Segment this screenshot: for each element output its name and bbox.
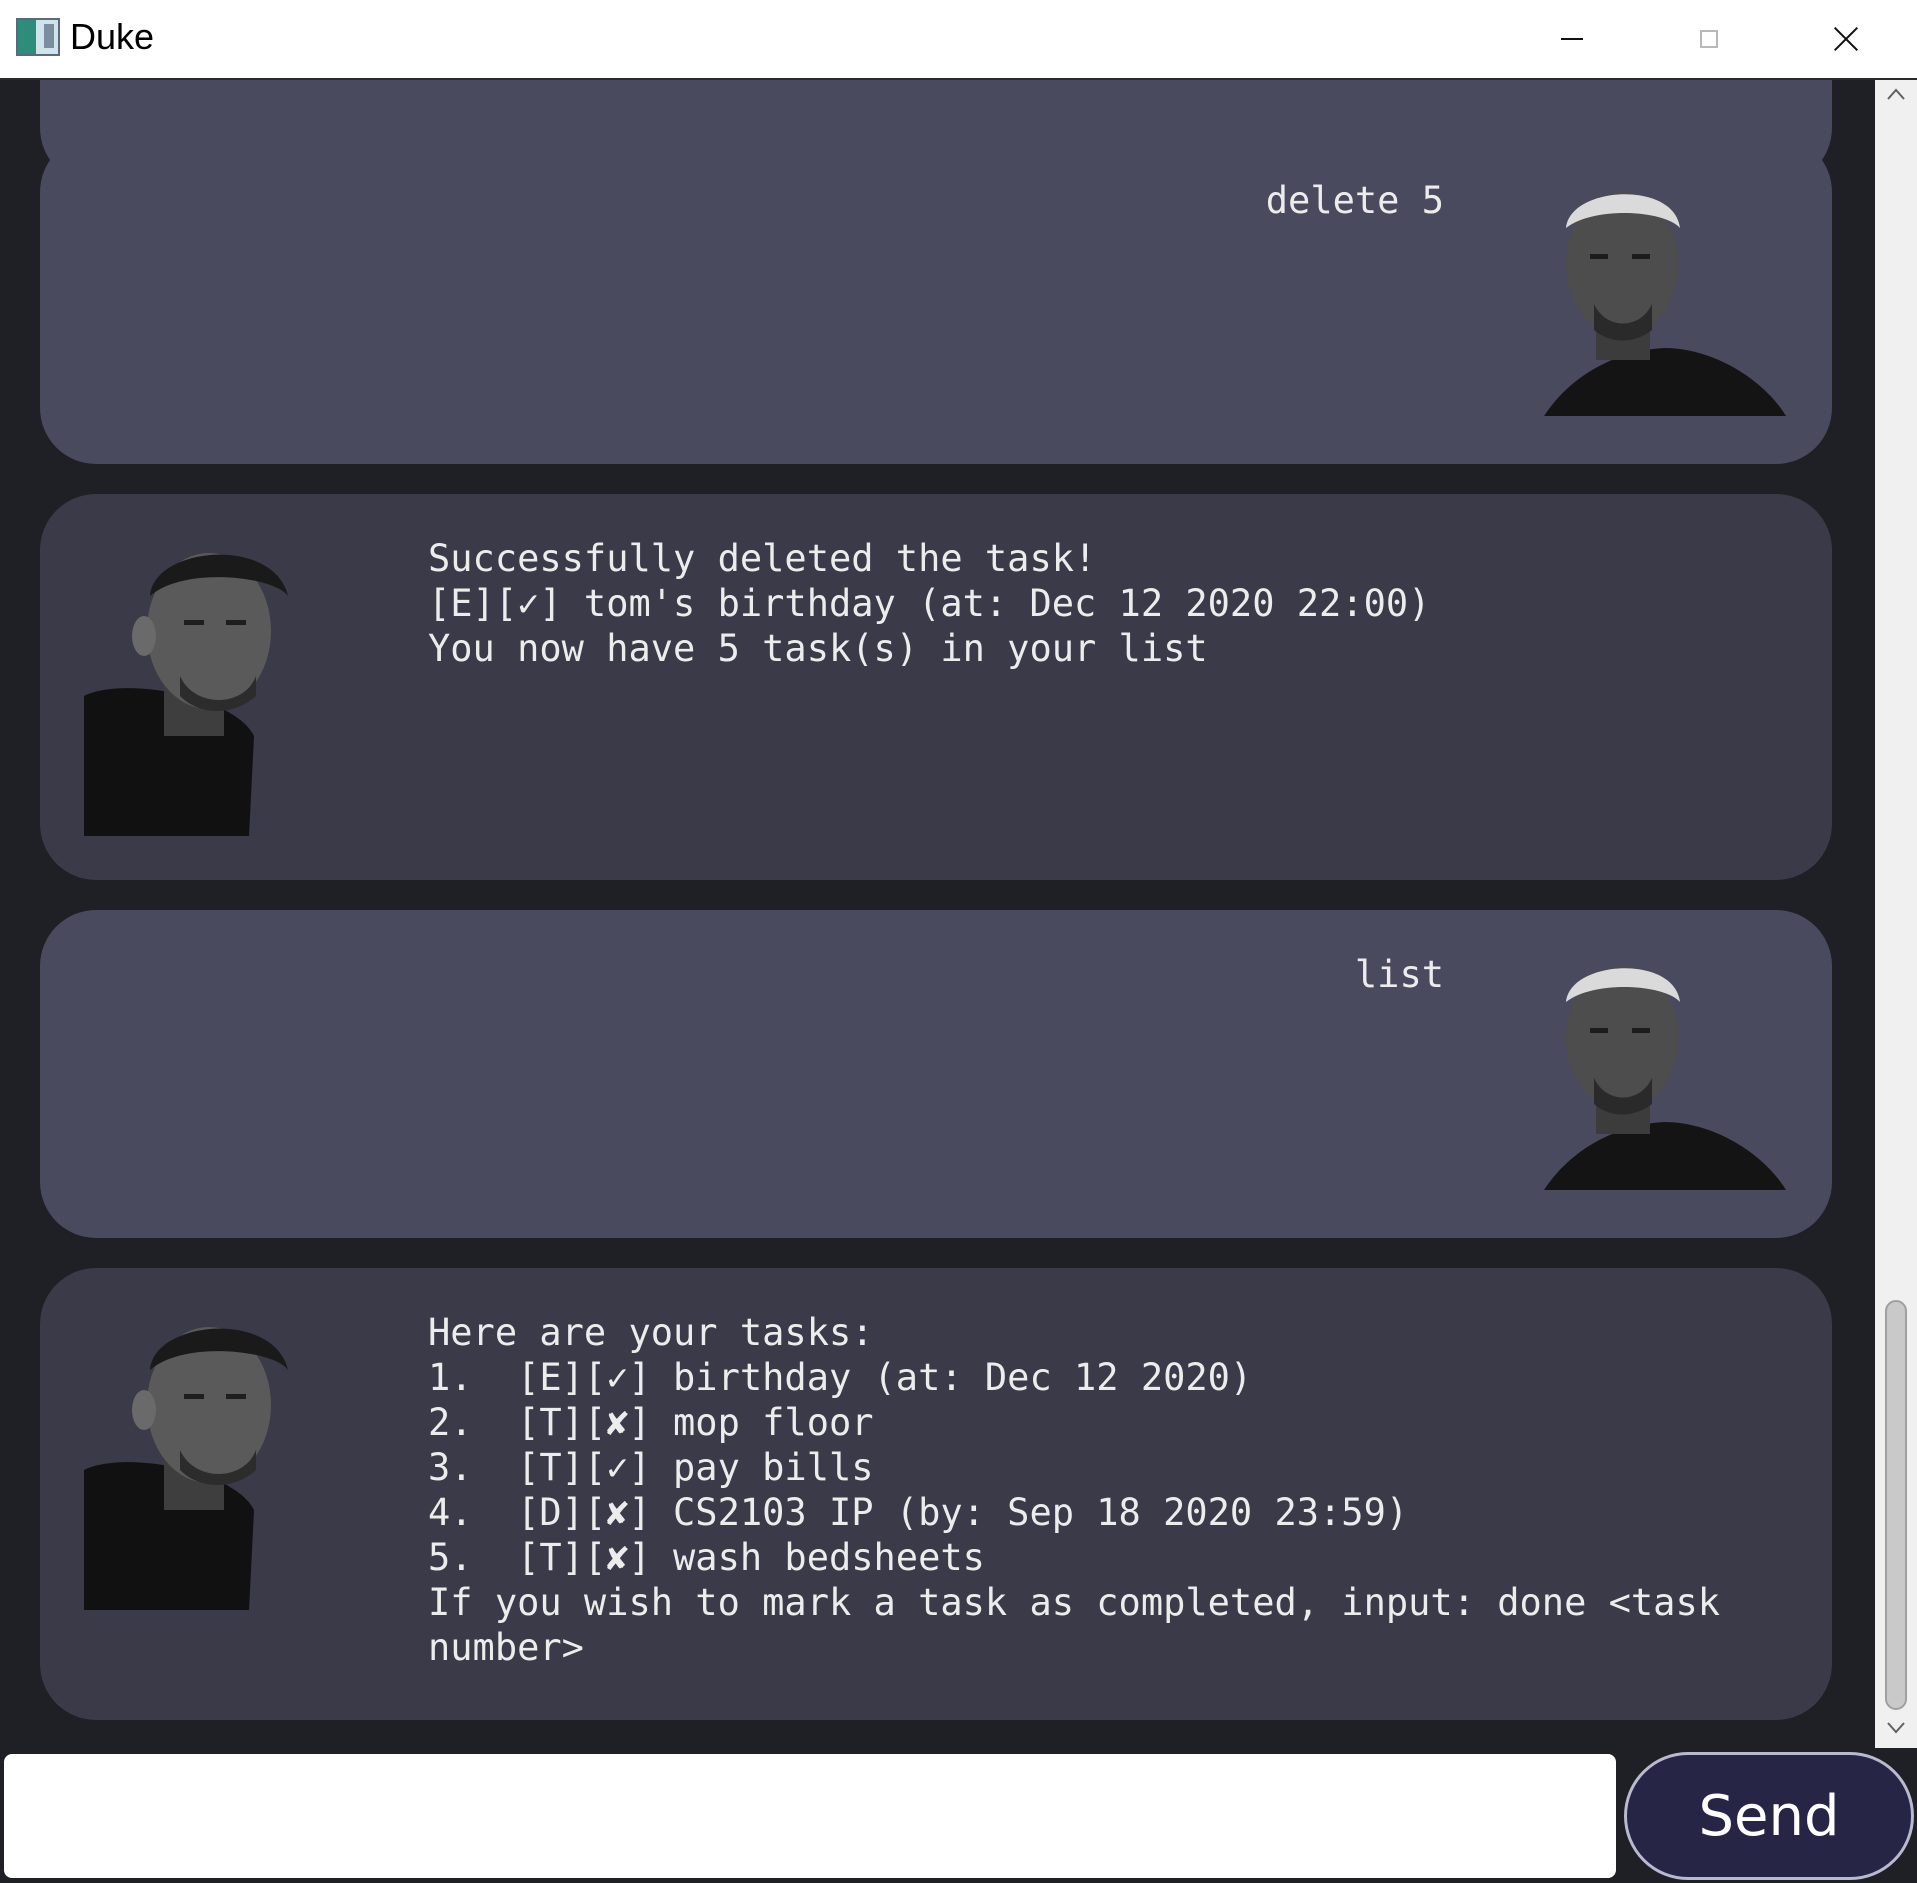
- chat-scroll-pane[interactable]: delete 5 Successfully deleted the task! …: [0, 80, 1875, 1748]
- user-message-text: list: [1354, 953, 1444, 996]
- kanye-avatar: [1544, 192, 1786, 416]
- dialog-bubble-duke: Successfully deleted the task! [E][✓] to…: [40, 494, 1832, 880]
- message-input[interactable]: [4, 1754, 1616, 1878]
- dialog-bubble-user: delete 5: [40, 136, 1832, 464]
- dialog-bubble-user: list: [40, 910, 1832, 1238]
- vertical-scrollbar[interactable]: [1875, 80, 1917, 1748]
- scrollbar-thumb[interactable]: [1885, 1300, 1907, 1710]
- drake-avatar: [84, 1327, 288, 1610]
- send-button[interactable]: Send: [1624, 1752, 1914, 1880]
- duke-message-text: Here are your tasks: 1. [E][✓] birthday …: [428, 1311, 1721, 1669]
- scroll-down-icon[interactable]: [1886, 1720, 1906, 1736]
- kanye-avatar: [1544, 966, 1786, 1190]
- maximize-button[interactable]: [1641, 0, 1777, 78]
- drake-avatar: [84, 553, 288, 836]
- minimize-icon: [1561, 38, 1583, 40]
- title-bar: Duke: [0, 0, 1917, 80]
- minimize-button[interactable]: [1504, 0, 1640, 78]
- app-icon: [16, 18, 60, 56]
- duke-message-text: Successfully deleted the task! [E][✓] to…: [428, 537, 1431, 670]
- user-message-text: delete 5: [1265, 179, 1444, 222]
- maximize-icon: [1700, 30, 1718, 48]
- scroll-up-icon[interactable]: [1886, 86, 1906, 102]
- close-button[interactable]: [1778, 0, 1914, 78]
- close-icon: [1834, 27, 1858, 51]
- window-title: Duke: [70, 16, 155, 57]
- input-bar: Send: [0, 1748, 1917, 1883]
- dialog-bubble-duke: Here are your tasks: 1. [E][✓] birthday …: [40, 1268, 1832, 1720]
